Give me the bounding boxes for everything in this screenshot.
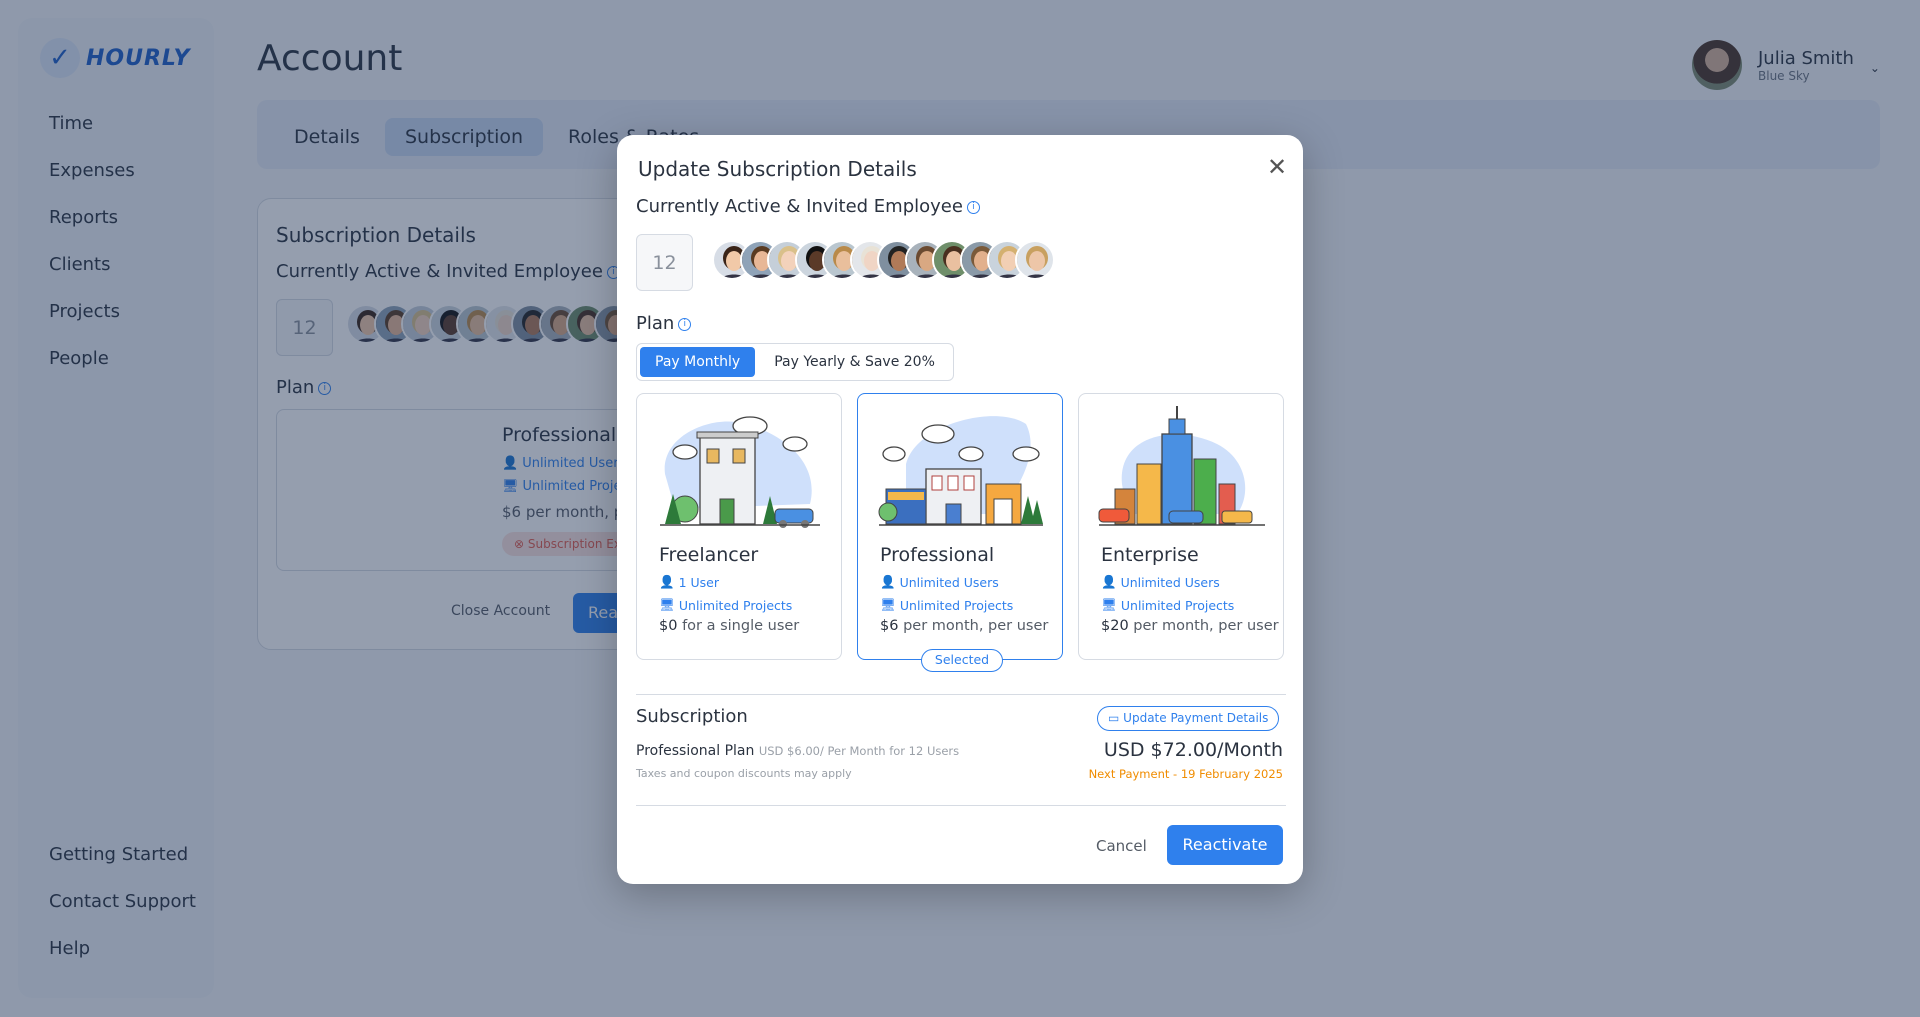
info-icon: i (966, 200, 980, 214)
cancel-button[interactable]: Cancel (1096, 837, 1147, 855)
feature-projects-text: Unlimited Projects (899, 597, 1014, 613)
house-illustration (660, 416, 820, 528)
monitor-icon: 🖥 (880, 597, 896, 612)
price-text: per month, per user (903, 618, 1049, 634)
reactivate-button[interactable]: Reactivate (1167, 825, 1283, 865)
employee-avatar (1014, 240, 1055, 280)
feature-projects: 🖥 Unlimited Projects (1101, 597, 1234, 613)
feature-projects: 🖥 Unlimited Projects (659, 597, 792, 613)
feature-projects-text: Unlimited Projects (678, 597, 793, 613)
pay-monthly-option[interactable]: Pay Monthly (640, 347, 756, 377)
total-price: USD $72.00/Month (1103, 739, 1283, 761)
plan-summary-detail: USD $6.00/ Per Month for 12 Users (758, 744, 960, 758)
price-text: per month, per user (1133, 618, 1279, 634)
price-amount: $20 (1101, 618, 1129, 634)
close-icon[interactable]: ✕ (1267, 153, 1287, 181)
plan-name: Freelancer (659, 544, 759, 566)
divider (636, 694, 1286, 695)
modal-title: Update Subscription Details (638, 157, 917, 181)
user-icon: 👤 (880, 574, 896, 589)
employees-label: Currently Active & Invited Employee i (636, 196, 980, 217)
pay-yearly-option[interactable]: Pay Yearly & Save 20% (759, 347, 950, 377)
plan-card-freelancer[interactable]: Freelancer 👤 1 User 🖥 Unlimited Projects $… (636, 393, 842, 660)
plan-card-professional[interactable]: Professional 👤 Unlimited Users 🖥 Unlimited… (857, 393, 1063, 660)
plan-price: $20 per month, per user (1101, 618, 1279, 634)
monitor-icon: 🖥 (659, 597, 675, 612)
update-payment-button[interactable]: ▭ Update Payment Details (1097, 706, 1280, 731)
plan-label-text: Plan (636, 313, 675, 334)
plan-price: $0 for a single user (659, 618, 799, 634)
plan-name: Professional (880, 544, 995, 566)
feature-projects-text: Unlimited Projects (1120, 597, 1235, 613)
storefront-illustration (878, 416, 1043, 526)
billing-toggle: Pay Monthly Pay Yearly & Save 20% (636, 343, 954, 381)
price-amount: $0 (659, 618, 678, 634)
update-payment-label: Update Payment Details (1123, 711, 1269, 725)
feature-users-text: 1 User (678, 574, 719, 590)
employee-count: 12 (636, 234, 693, 291)
price-amount: $6 (880, 618, 899, 634)
city-illustration (1098, 406, 1265, 526)
feature-users-text: Unlimited Users (1120, 574, 1220, 590)
price-text: for a single user (682, 618, 800, 634)
info-icon: i (678, 317, 692, 331)
subscription-heading: Subscription (636, 706, 748, 727)
plan-label: Plan i (636, 313, 692, 334)
selected-badge: Selected (921, 649, 1003, 672)
feature-users: 👤 Unlimited Users (1101, 574, 1220, 590)
feature-users-text: Unlimited Users (899, 574, 999, 590)
plan-price: $6 per month, per user (880, 618, 1048, 634)
tax-note: Taxes and coupon discounts may apply (636, 767, 852, 780)
user-icon: 👤 (659, 574, 675, 589)
feature-users: 👤 1 User (659, 574, 719, 590)
credit-card-icon: ▭ (1108, 711, 1120, 725)
employees-label-text: Currently Active & Invited Employee (636, 196, 963, 217)
next-payment: Next Payment - 19 February 2025 (1088, 767, 1283, 781)
divider (636, 805, 1286, 806)
plan-summary-name: Professional Plan (636, 743, 755, 759)
plan-name: Enterprise (1101, 544, 1199, 566)
user-icon: 👤 (1101, 574, 1117, 589)
monitor-icon: 🖥 (1101, 597, 1117, 612)
plan-card-enterprise[interactable]: Enterprise 👤 Unlimited Users 🖥 Unlimited P… (1078, 393, 1284, 660)
plan-summary: Professional Plan USD $6.00/ Per Month f… (636, 743, 959, 759)
feature-projects: 🖥 Unlimited Projects (880, 597, 1013, 613)
feature-users: 👤 Unlimited Users (880, 574, 999, 590)
